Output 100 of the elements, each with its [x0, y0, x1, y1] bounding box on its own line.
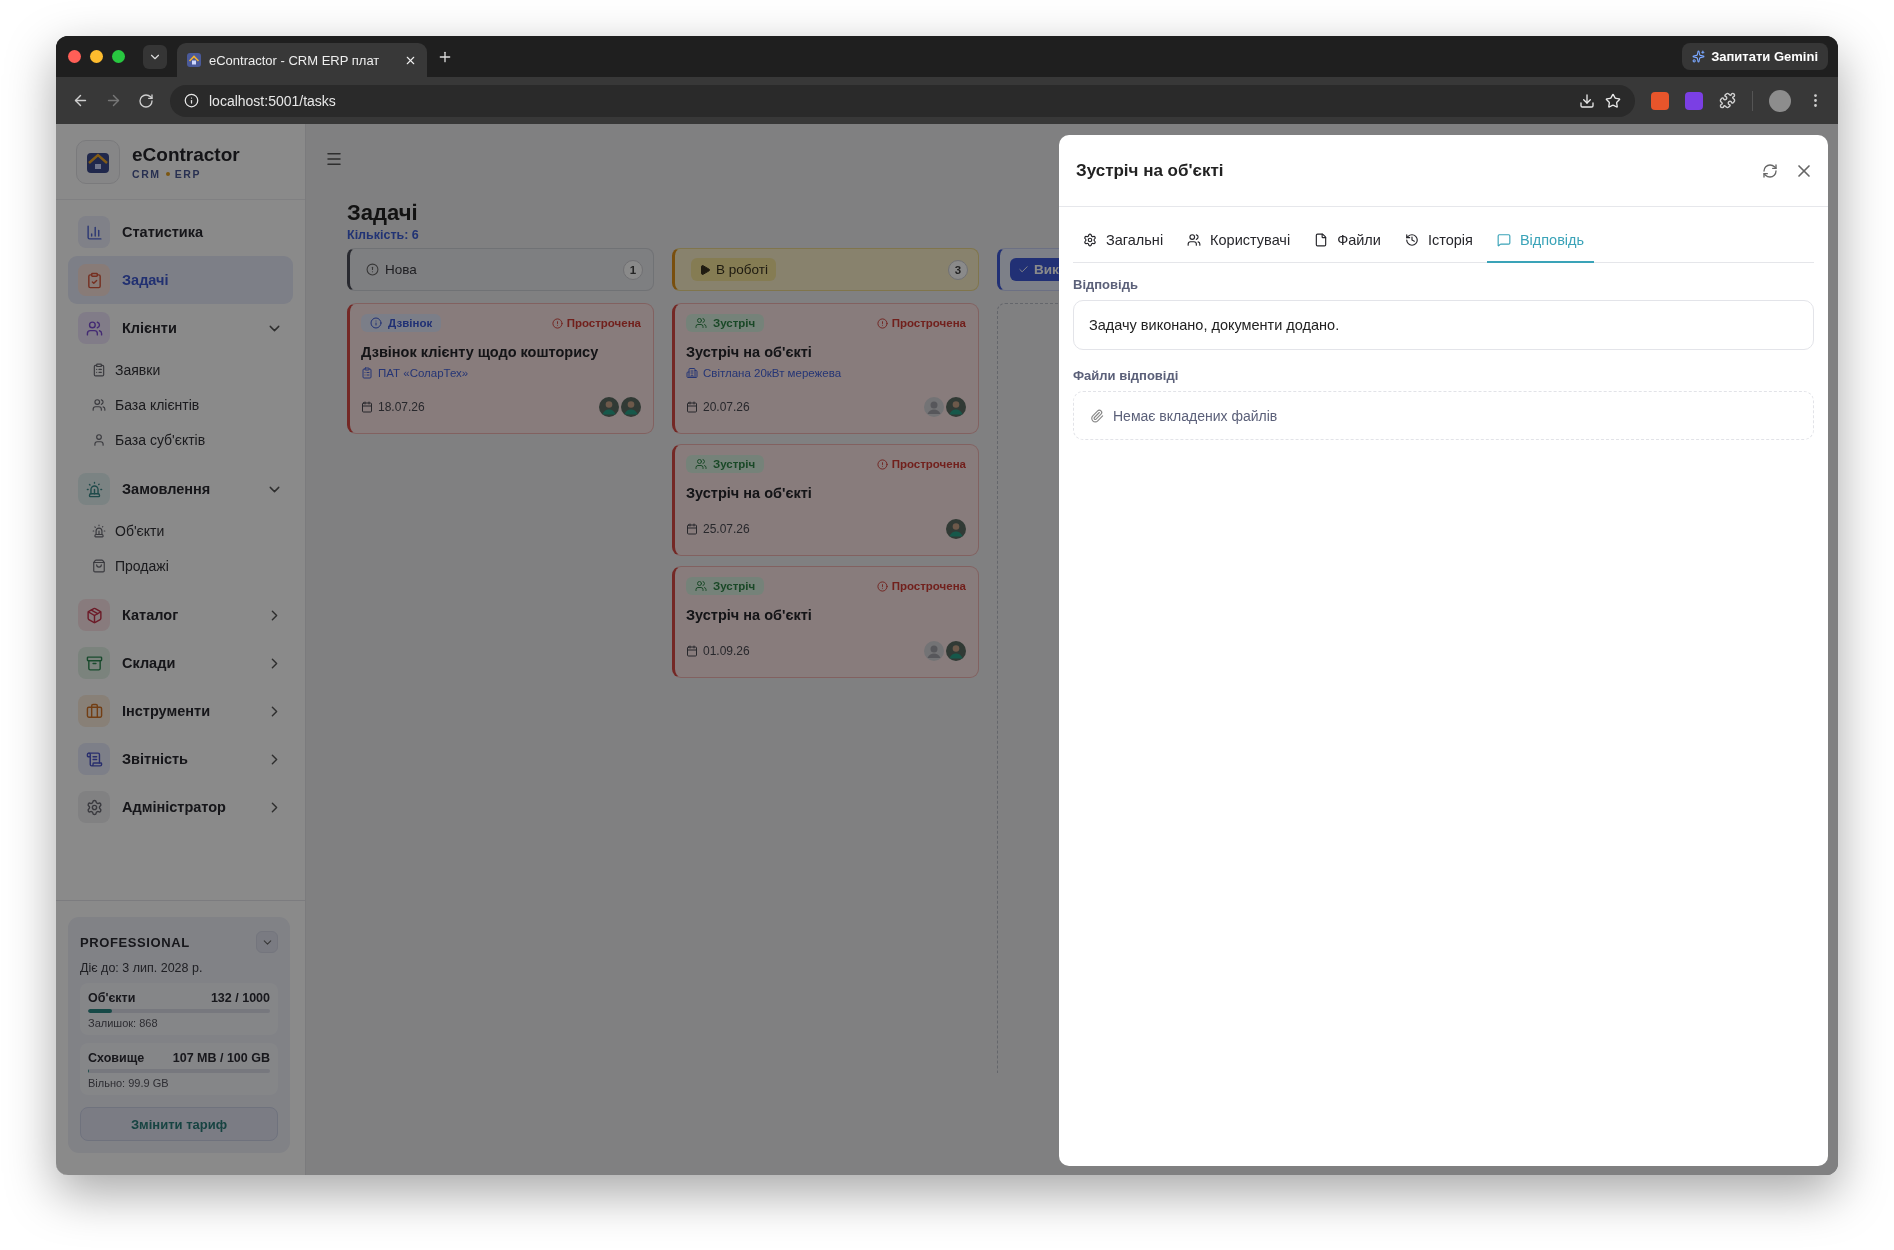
nav-item[interactable]: Замовлення [68, 465, 293, 513]
task-count: Кількість: 6 [347, 228, 419, 242]
meter-label: Сховище [88, 1051, 145, 1065]
due-date: 20.07.26 [686, 400, 750, 414]
column-title: В роботі [691, 258, 776, 281]
nav-subitem[interactable]: Об'єкти [68, 513, 293, 548]
users-icon [1187, 233, 1202, 247]
zoom-window-button[interactable] [112, 50, 125, 63]
forward-icon[interactable] [105, 92, 122, 109]
task-card[interactable]: Зустріч Прострочена Зустріч на об'єкті 25.07.26 [672, 444, 979, 556]
calendar-icon [686, 401, 698, 413]
refresh-icon[interactable] [1762, 162, 1778, 179]
nav-item[interactable]: Звітність [68, 735, 293, 783]
install-icon[interactable] [1579, 92, 1595, 109]
nav-item[interactable]: Каталог [68, 591, 293, 639]
package-icon [78, 599, 110, 631]
briefcase-icon [78, 695, 110, 727]
related-link[interactable]: ПАТ «СоларТех» [361, 367, 641, 379]
gear-icon [1083, 233, 1097, 247]
nav-item[interactable]: Склади [68, 639, 293, 687]
nav-item[interactable]: Адміністратор [68, 783, 293, 831]
assistant-button[interactable]: Запитати Gemini [1682, 43, 1828, 70]
bag-icon [92, 558, 106, 573]
alert-icon [876, 580, 888, 592]
overdue-status: Прострочена [876, 458, 966, 470]
nav-item[interactable]: Статистика [68, 208, 293, 256]
task-type-tag: Зустріч [686, 577, 765, 595]
archive-icon [78, 647, 110, 679]
nav-subitem[interactable]: Продажі [68, 548, 293, 583]
task-card[interactable]: Дзвінок Прострочена Дзвінок клієнту щодо кошторису ПАТ «СоларТех» 18.07.26 [347, 303, 654, 434]
address-field[interactable]: localhost:5001/tasks [170, 84, 1635, 117]
nav-subitem[interactable]: Заявки [68, 352, 293, 387]
history-icon [1404, 233, 1419, 247]
list-icon [92, 362, 106, 377]
report-icon [78, 743, 110, 775]
nav-item[interactable]: Клієнти [68, 304, 293, 352]
back-icon[interactable] [72, 92, 89, 109]
task-title: Зустріч на об'єкті [686, 607, 813, 623]
users-icon [695, 317, 707, 329]
related-link[interactable]: Світлана 20кВт мережева [686, 367, 966, 379]
user-icon [92, 432, 106, 447]
building-icon [686, 367, 698, 379]
calendar-icon [361, 401, 373, 413]
field-label: Файли відповіді [1073, 368, 1180, 383]
field-label: Відповідь [1073, 277, 1139, 292]
users-icon [92, 397, 106, 412]
info-icon [184, 93, 199, 108]
meter-reading: 132 / 1000 [210, 991, 270, 1005]
paperclip-icon [1090, 408, 1104, 423]
info-icon [370, 317, 382, 329]
check-icon [1018, 264, 1029, 275]
close-window-button[interactable] [68, 50, 81, 63]
meter-note: Вільно: 99.9 GB [88, 1077, 170, 1089]
minimize-window-button[interactable] [90, 50, 103, 63]
profile-avatar-icon[interactable] [1769, 89, 1791, 112]
drawer-tab[interactable]: Користувачі [1177, 219, 1301, 263]
extensions-icon[interactable] [1719, 92, 1736, 109]
alert-icon [876, 458, 888, 470]
task-card[interactable]: Зустріч Прострочена Зустріч на об'єкті Світлана 20кВт мережева 20.07.26 [672, 303, 979, 434]
bookmark-star-icon[interactable] [1605, 92, 1621, 109]
nav-item[interactable]: Інструменти [68, 687, 293, 735]
overdue-status: Прострочена [876, 317, 966, 329]
drawer-tab[interactable]: Файли [1304, 219, 1391, 263]
menu-icon[interactable] [325, 150, 343, 168]
reload-icon[interactable] [138, 92, 154, 109]
logo-icon [76, 139, 120, 184]
task-type-tag: Дзвінок [361, 314, 442, 332]
drawer-tab[interactable]: Відповідь [1486, 219, 1595, 263]
overdue-status: Прострочена [551, 317, 641, 329]
nav-subitem[interactable]: База суб'єктів [68, 422, 293, 457]
change-plan-button[interactable]: Змінити тариф [80, 1107, 278, 1141]
chart-icon [78, 216, 110, 248]
calendar-icon [686, 523, 698, 535]
empty-files-text: Немає вкладених файлів [1113, 407, 1278, 424]
drawer-tab[interactable]: Історія [1394, 219, 1483, 263]
task-title: Дзвінок клієнту щодо кошторису [361, 344, 600, 360]
column-title: Нова [385, 262, 417, 277]
settings-icon [78, 791, 110, 823]
nav-subitem[interactable]: База клієнтів [68, 387, 293, 422]
column-count: 3 [948, 259, 968, 280]
tab-list-button[interactable] [143, 44, 167, 69]
task-title: Зустріч на об'єкті [686, 485, 813, 501]
drawer-title: Зустріч на об'єкті [1076, 160, 1225, 181]
calendar-icon [686, 645, 698, 657]
answer-field[interactable]: Задачу виконано, документи додано. [1073, 300, 1814, 350]
meter-note: Залишок: 868 [88, 1017, 159, 1029]
users-icon [78, 312, 110, 344]
page-title: Задачі [347, 199, 418, 227]
due-date: 25.07.26 [686, 522, 750, 536]
avatar-icon [621, 397, 641, 417]
extension-icon[interactable] [1651, 91, 1669, 110]
due-date: 01.09.26 [686, 644, 750, 658]
nav-item[interactable]: Задачі [68, 256, 293, 304]
brand-name: eContractor [132, 143, 240, 166]
due-date: 18.07.26 [361, 400, 425, 414]
drawer-tab[interactable]: Загальні [1073, 219, 1174, 263]
avatar-icon [946, 641, 966, 661]
clipboard-icon [361, 367, 373, 379]
task-card[interactable]: Зустріч Прострочена Зустріч на об'єкті 01.09.26 [672, 566, 979, 678]
browser-tab[interactable]: eContractor - CRM ERP плат [177, 43, 427, 77]
